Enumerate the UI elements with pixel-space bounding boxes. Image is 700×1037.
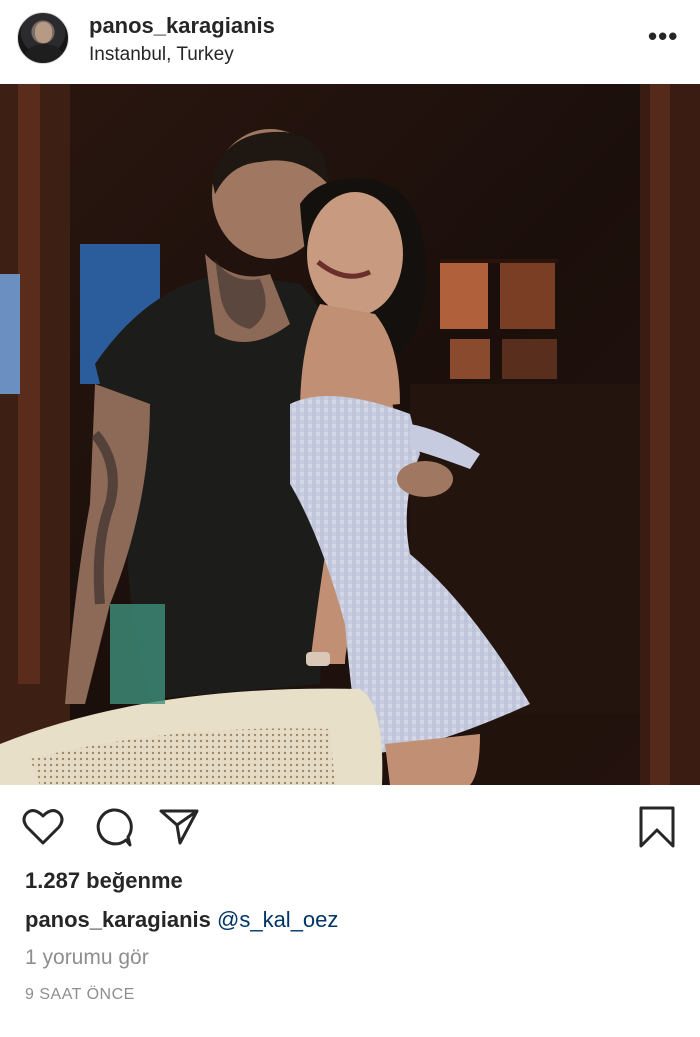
heart-icon[interactable] (22, 807, 64, 847)
location[interactable]: Instanbul, Turkey (89, 44, 234, 66)
bookmark-icon[interactable] (638, 805, 676, 849)
username[interactable]: panos_karagianis (89, 13, 275, 39)
avatar-shirt (25, 44, 63, 63)
action-bar (0, 785, 700, 873)
post-header: panos_karagianis Instanbul, Turkey ••• (0, 0, 700, 84)
share-icon[interactable] (158, 807, 200, 847)
caption-mention[interactable]: @s_kal_oez (217, 907, 338, 932)
more-options-icon[interactable]: ••• (648, 23, 682, 49)
avatar[interactable] (17, 12, 69, 64)
caption-author[interactable]: panos_karagianis (25, 907, 211, 932)
avatar-face (35, 22, 52, 43)
caption: panos_karagianis @s_kal_oez (25, 907, 338, 933)
photo-illustration (0, 84, 700, 785)
post-photo[interactable] (0, 84, 700, 785)
view-comments-link[interactable]: 1 yorumu gör (25, 946, 149, 970)
like-count[interactable]: 1.287 beğenme (25, 868, 183, 894)
comment-icon[interactable] (92, 807, 134, 849)
post-timestamp: 9 SAAT ÖNCE (25, 986, 135, 1003)
